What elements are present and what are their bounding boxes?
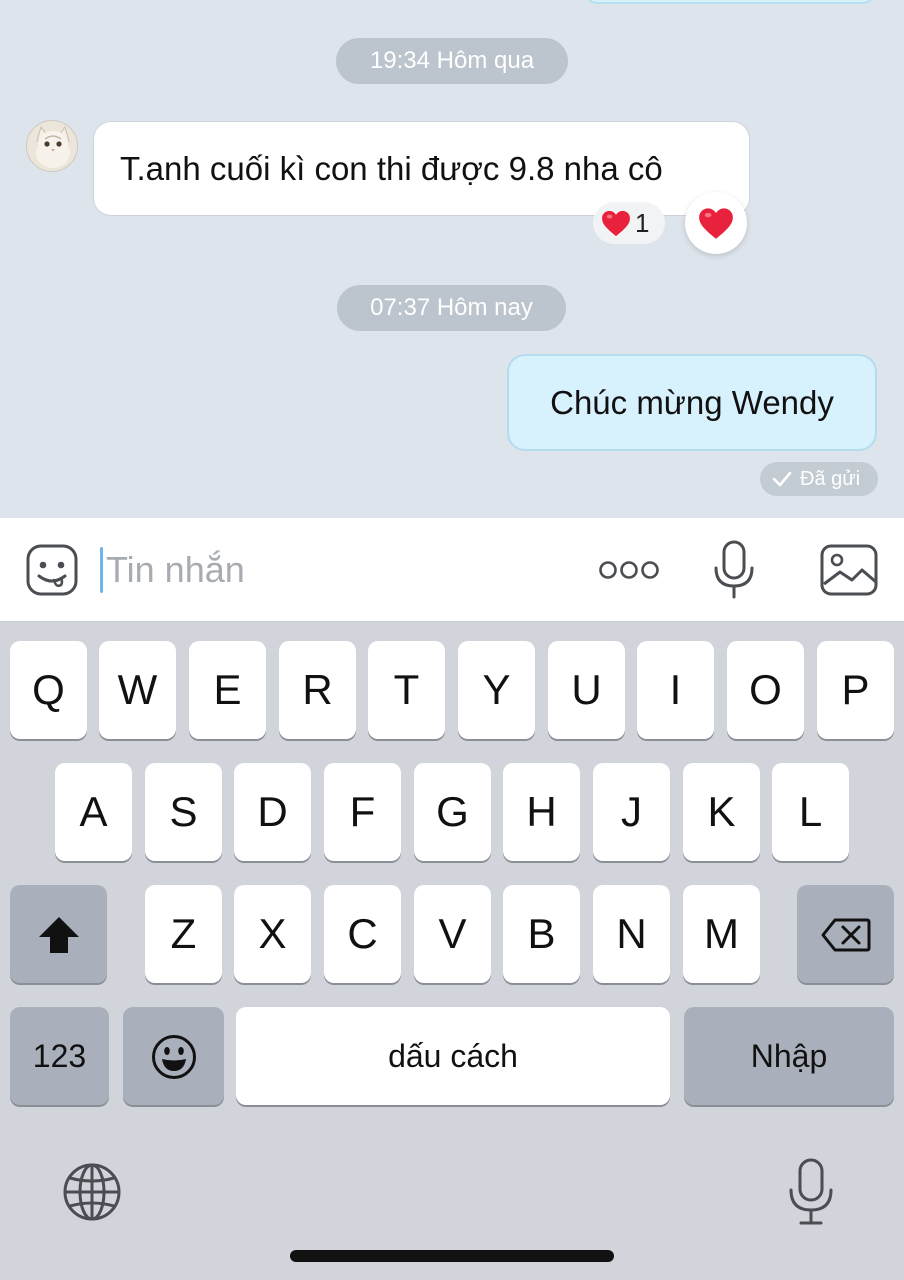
key-z[interactable]: Z — [145, 885, 222, 983]
key-b[interactable]: B — [503, 885, 580, 983]
reaction-count-label: 1 — [635, 208, 650, 238]
heart-icon — [699, 208, 733, 239]
key-q[interactable]: Q — [10, 641, 87, 739]
return-key[interactable]: Nhập — [684, 1007, 894, 1105]
key-y[interactable]: Y — [458, 641, 535, 739]
key-f[interactable]: F — [324, 763, 401, 861]
key-v[interactable]: V — [414, 885, 491, 983]
key-t[interactable]: T — [368, 641, 445, 739]
backspace-icon — [821, 918, 871, 952]
heart-icon — [602, 210, 630, 237]
key-m[interactable]: M — [683, 885, 760, 983]
outgoing-message-bubble[interactable]: Chúc mừng Wendy — [507, 354, 877, 451]
key-o[interactable]: O — [727, 641, 804, 739]
chat-area[interactable]: 19:34 Hôm qua T.anh cuối kì con thi được… — [0, 0, 904, 518]
numbers-key[interactable]: 123 — [10, 1007, 109, 1105]
message-status-label: Đã gửi — [800, 468, 861, 490]
key-l[interactable]: L — [772, 763, 849, 861]
home-indicator[interactable] — [290, 1250, 614, 1262]
shift-key[interactable] — [10, 885, 107, 983]
key-r[interactable]: R — [279, 641, 356, 739]
timestamp-today: 07:37 Hôm nay — [337, 285, 566, 331]
message-input[interactable] — [106, 542, 566, 598]
key-c[interactable]: C — [324, 885, 401, 983]
key-k[interactable]: K — [683, 763, 760, 861]
more-dots-icon[interactable] — [598, 558, 660, 582]
key-i[interactable]: I — [637, 641, 714, 739]
react-heart-button[interactable] — [685, 192, 747, 254]
key-a[interactable]: A — [55, 763, 132, 861]
shift-arrow-icon — [39, 917, 79, 953]
dictation-mic-icon[interactable] — [787, 1158, 835, 1226]
keyboard: Q W E R T Y U I O P A S D F G H J K L Z … — [0, 622, 904, 1280]
key-e[interactable]: E — [189, 641, 266, 739]
emoji-icon — [152, 1035, 196, 1079]
avatar[interactable] — [26, 120, 78, 172]
timestamp-yesterday: 19:34 Hôm qua — [336, 38, 568, 84]
emoji-key[interactable] — [123, 1007, 224, 1105]
checkmark-icon — [772, 471, 792, 487]
key-x[interactable]: X — [234, 885, 311, 983]
key-g[interactable]: G — [414, 763, 491, 861]
key-j[interactable]: J — [593, 763, 670, 861]
reaction-summary[interactable]: 1 — [593, 202, 665, 244]
backspace-key[interactable] — [797, 885, 894, 983]
incoming-message-bubble[interactable]: T.anh cuối kì con thi được 9.8 nha cô — [93, 121, 750, 216]
space-key[interactable]: dấu cách — [236, 1007, 670, 1105]
microphone-icon[interactable] — [713, 540, 755, 600]
key-n[interactable]: N — [593, 885, 670, 983]
key-d[interactable]: D — [234, 763, 311, 861]
key-s[interactable]: S — [145, 763, 222, 861]
message-input-bar — [0, 518, 904, 622]
image-gallery-icon[interactable] — [820, 544, 878, 596]
key-w[interactable]: W — [99, 641, 176, 739]
text-caret — [100, 547, 103, 593]
globe-icon[interactable] — [62, 1162, 122, 1222]
key-p[interactable]: P — [817, 641, 894, 739]
previous-message-bubble[interactable] — [585, 0, 875, 4]
message-status-badge: Đã gửi — [760, 462, 878, 496]
key-h[interactable]: H — [503, 763, 580, 861]
sticker-face-icon[interactable] — [26, 544, 78, 596]
key-u[interactable]: U — [548, 641, 625, 739]
